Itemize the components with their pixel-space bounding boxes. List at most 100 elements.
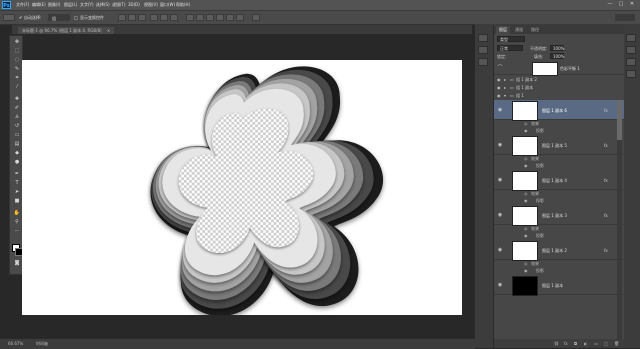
new-group-icon[interactable]: ▭ (594, 341, 598, 346)
tab-layers[interactable]: 图层 (496, 26, 510, 34)
effects-row[interactable]: ◎ 效果 (494, 191, 624, 198)
eye-icon[interactable]: ◉ (497, 93, 501, 98)
delete-layer-icon[interactable]: 🗑 (614, 341, 619, 346)
path-selection-tool-icon[interactable]: ➤ (13, 189, 21, 196)
eye-icon[interactable]: ◉ (497, 177, 503, 183)
menu-3d[interactable]: 3D(D) (128, 2, 140, 7)
tab-channels[interactable]: 通道 (512, 26, 526, 34)
distribute-top-button[interactable] (186, 14, 194, 21)
show-transform-checkbox-icon[interactable]: □ (74, 15, 78, 20)
new-adjustment-icon[interactable]: ◐ (584, 341, 588, 346)
layer-row[interactable]: ◉ 图层 1 副本 4 fx (494, 170, 624, 191)
menu-select[interactable]: 选择(S) (96, 2, 110, 8)
effect-eye-icon[interactable]: ◉ (524, 198, 528, 203)
eye-icon[interactable]: ◉ (497, 247, 503, 253)
layer-filter-dropdown[interactable]: 类型 (497, 36, 525, 42)
eraser-tool-icon[interactable]: ▭ (13, 132, 21, 139)
effects-row[interactable]: ◎ 效果 (494, 261, 624, 268)
auto-select-dropdown[interactable]: 组 (48, 14, 70, 21)
auto-align-button[interactable] (252, 14, 260, 21)
eye-icon[interactable]: ◉ (497, 107, 503, 113)
close-tab-icon[interactable]: ✕ (107, 28, 110, 33)
menu-help[interactable]: 帮助(H) (176, 2, 190, 8)
link-layers-icon[interactable]: ⛓ (554, 341, 559, 346)
new-layer-icon[interactable]: □ (604, 341, 608, 346)
align-right-button[interactable] (170, 14, 178, 21)
fx-badge[interactable]: fx (604, 143, 608, 148)
menu-image[interactable]: 图像(I) (48, 2, 60, 8)
distribute-center-button[interactable] (226, 14, 234, 21)
minimize-button[interactable]: — (606, 1, 614, 8)
brush-tool-icon[interactable]: ✐ (13, 105, 21, 112)
eye-icon[interactable]: ◉ (497, 142, 503, 148)
collapse-arrow-icon[interactable]: ▾ (504, 93, 506, 98)
document-canvas[interactable] (22, 60, 462, 315)
pen-tool-icon[interactable]: ✒ (13, 171, 21, 178)
opacity-field[interactable]: 100% (550, 45, 564, 51)
effect-eye-icon[interactable]: ◉ (524, 128, 528, 133)
eye-icon[interactable]: ◉ (497, 77, 501, 82)
history-brush-tool-icon[interactable]: ↺ (13, 123, 21, 130)
quick-select-tool-icon[interactable]: ✎ (13, 66, 21, 73)
effect-eye-icon[interactable]: ◉ (524, 233, 528, 238)
fx-badge[interactable]: fx (604, 213, 608, 218)
zoom-level[interactable]: 66.67% (8, 341, 23, 346)
lasso-tool-icon[interactable]: ◌ (13, 57, 21, 64)
group-row[interactable]: ◉ ▾ ▭ 组 1 (494, 92, 624, 100)
auto-select-checkbox-icon[interactable]: ✔ (19, 15, 22, 20)
expand-arrow-icon[interactable]: ▸ (504, 77, 506, 82)
hand-tool-icon[interactable]: ✋ (13, 210, 21, 217)
document-tab[interactable]: 未标题-1 @ 66.7% (图层 1 副本 4, RGB/8) ✕ (18, 27, 115, 34)
add-style-icon[interactable]: fx (564, 341, 568, 346)
type-tool-icon[interactable]: T (13, 180, 21, 187)
eye-icon[interactable]: ◉ (497, 282, 503, 288)
distribute-right-button[interactable] (236, 14, 244, 21)
align-left-button[interactable] (150, 14, 158, 21)
distribute-middle-button[interactable] (196, 14, 204, 21)
fx-badge[interactable]: fx (604, 248, 608, 253)
menu-view[interactable]: 视图(V) (144, 2, 158, 8)
properties-panel-icon[interactable] (478, 46, 488, 54)
align-bottom-button[interactable] (138, 14, 146, 21)
shape-tool-icon[interactable]: ■ (13, 198, 21, 205)
close-button[interactable]: ✕ (628, 1, 636, 8)
effect-row[interactable]: ◉ 投影 (494, 268, 624, 275)
layer-row[interactable]: ◉ 图层 1 副本 5 fx (494, 135, 624, 156)
align-top-button[interactable] (118, 14, 126, 21)
eye-icon[interactable]: ◉ (497, 85, 501, 90)
timeline-tab[interactable]: 时间轴 (36, 341, 48, 347)
effects-row[interactable]: ◎ 效果 (494, 121, 624, 128)
eye-icon[interactable]: ◉ (497, 212, 503, 218)
healing-brush-tool-icon[interactable]: ✚ (13, 96, 21, 103)
fx-badge[interactable]: fx (604, 108, 608, 113)
gradient-tool-icon[interactable]: ▤ (13, 141, 21, 148)
menu-window[interactable]: 窗口(W) (160, 2, 175, 8)
effect-eye-icon[interactable]: ◉ (524, 268, 528, 273)
effect-row[interactable]: ◉ 投影 (494, 163, 624, 170)
menu-file[interactable]: 文件(F) (16, 2, 29, 8)
tab-paths[interactable]: 路径 (528, 26, 542, 34)
adjustments-panel-icon[interactable] (478, 58, 488, 66)
color-panel-icon[interactable] (626, 34, 636, 42)
blend-mode-dropdown[interactable]: 正常 (497, 45, 523, 51)
workspace-switcher[interactable] (615, 14, 635, 21)
fx-badge[interactable]: fx (604, 178, 608, 183)
character-panel-icon[interactable] (626, 70, 636, 78)
layer-row[interactable]: ◉ 图层 1 副本 (494, 275, 624, 296)
group-row[interactable]: ◉ ▸ ▭ 组 1 副本 2 (494, 76, 624, 84)
blur-tool-icon[interactable]: ◆ (13, 150, 21, 157)
crop-tool-icon[interactable]: ⌗ (13, 75, 21, 82)
menu-filter[interactable]: 滤镜(T) (112, 2, 126, 8)
move-tool-preset-button[interactable] (3, 14, 15, 21)
eyedropper-tool-icon[interactable]: ⁄ (13, 84, 21, 91)
marquee-tool-icon[interactable]: ⬚ (13, 48, 21, 55)
fill-field[interactable]: 100% (550, 53, 564, 59)
more-tools-icon[interactable]: ⋯ (13, 228, 21, 235)
effects-row[interactable]: ◎ 效果 (494, 226, 624, 233)
add-mask-icon[interactable]: ◘ (574, 341, 577, 346)
styles-panel-icon[interactable] (626, 58, 636, 66)
layer-row[interactable]: ◉ 图层 1 副本 2 fx (494, 240, 624, 261)
effect-row[interactable]: ◉ 投影 (494, 128, 624, 135)
move-tool-icon[interactable]: ✥ (13, 39, 21, 46)
menu-edit[interactable]: 编辑(E) (32, 2, 46, 8)
